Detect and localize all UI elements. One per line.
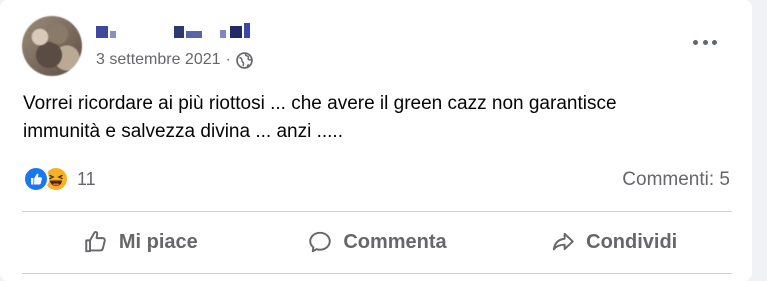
divider [22, 211, 732, 212]
post-text: Vorrei ricordare ai più riottosi ... che… [23, 90, 743, 146]
reaction-count: 11 [77, 168, 96, 189]
post-text-line: immunità e salvezza divina ... anzi ....… [23, 121, 343, 142]
meta-separator: · [225, 51, 231, 68]
reactions-summary[interactable]: 11 [23, 166, 96, 192]
thumbs-up-icon [85, 231, 106, 253]
like-label: Mi piace [118, 230, 198, 253]
more-dot-icon [712, 39, 717, 45]
more-dot-icon [693, 39, 698, 45]
comments-count-link[interactable]: Commenti: 5 [622, 169, 730, 191]
more-dot-icon [702, 39, 708, 45]
comment-bubble-icon [309, 231, 332, 253]
share-label: Condividi [586, 230, 678, 253]
avatar[interactable] [22, 16, 82, 76]
post-meta: 3 settembre 2021 · [96, 51, 253, 69]
author-name-redacted[interactable] [96, 22, 256, 40]
share-button[interactable]: Condividi [495, 216, 732, 268]
like-reaction-icon [23, 166, 49, 192]
like-button[interactable]: Mi piace [22, 216, 259, 268]
globe-icon[interactable] [236, 51, 253, 69]
action-bar: Mi piace Commenta Condividi [22, 216, 732, 268]
divider [22, 273, 732, 274]
post-card: 3 settembre 2021 · Vorrei ricordare ai p… [0, 0, 752, 281]
post-date[interactable]: 3 settembre 2021 [96, 51, 221, 69]
comment-button[interactable]: Commenta [259, 216, 496, 268]
post-text-line: Vorrei ricordare ai più riottosi ... che… [23, 93, 617, 114]
share-arrow-icon [552, 232, 574, 251]
comment-label: Commenta [343, 230, 447, 253]
more-options-button[interactable] [690, 32, 720, 52]
